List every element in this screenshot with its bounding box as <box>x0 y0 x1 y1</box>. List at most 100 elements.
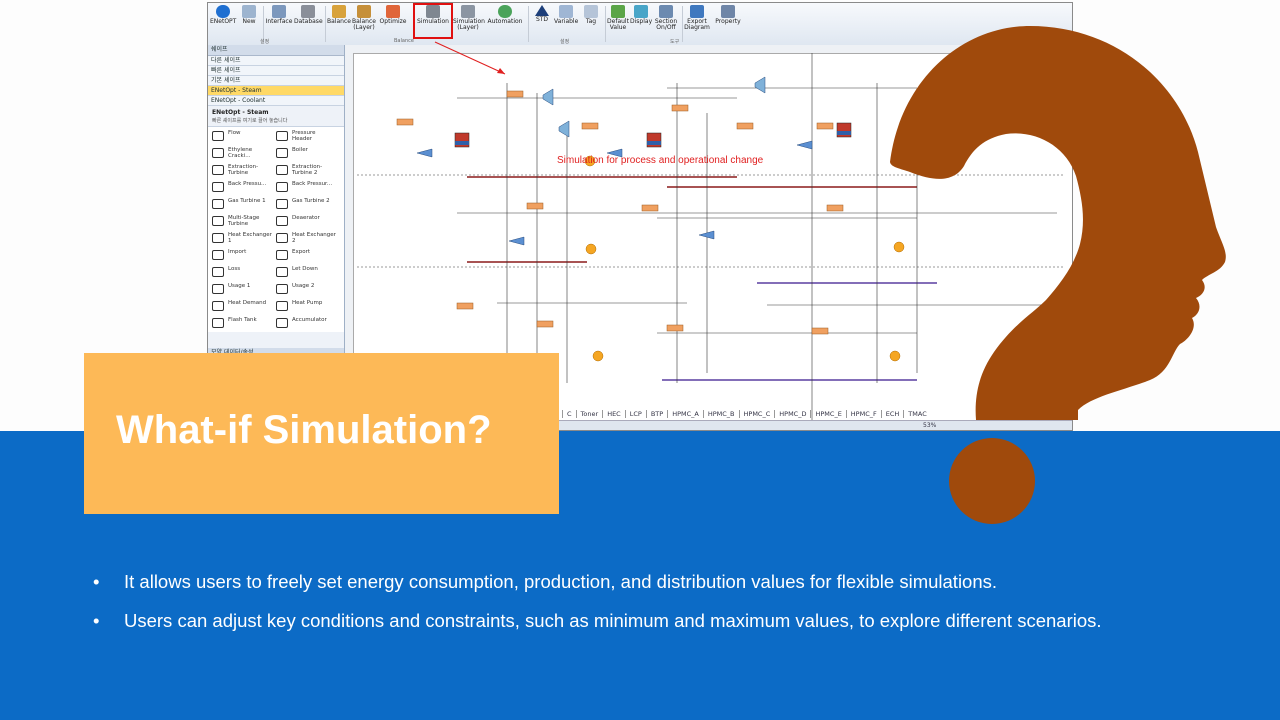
shape-label: Export <box>292 249 311 255</box>
page-tab[interactable]: HPMC_A <box>667 410 703 418</box>
annotation-arrow <box>434 41 506 75</box>
variable-button[interactable]: Variable <box>554 5 578 37</box>
display-button[interactable]: Display <box>630 5 652 37</box>
shape-icon <box>212 301 224 311</box>
shape-item[interactable]: Accumulator <box>276 316 336 332</box>
page-tab[interactable]: HEC <box>602 410 625 418</box>
shape-icon <box>276 284 288 294</box>
automation-label: Automation <box>487 18 523 25</box>
stencil-row[interactable]: 다른 셰이프 <box>208 56 344 66</box>
tag-button[interactable]: Tag <box>580 5 602 37</box>
ribbon-separator <box>263 6 264 42</box>
shape-item[interactable]: Heat Demand <box>212 299 272 315</box>
shape-label: Gas Turbine 1 <box>228 198 266 204</box>
shape-icon <box>276 199 288 209</box>
simulation-layer-button[interactable]: Simulation (Layer) <box>453 5 485 37</box>
shape-item[interactable]: Pressure Header <box>276 129 336 145</box>
shape-label: Heat Demand <box>228 300 267 306</box>
std-button[interactable]: STD <box>531 5 553 37</box>
page-tab[interactable]: Toner <box>575 410 603 418</box>
enetopt-button[interactable]: ENetOPT <box>210 5 236 37</box>
interface-label: Interface <box>265 18 293 25</box>
optimize-label: Optimize <box>379 18 407 25</box>
page-tab[interactable]: HPMC_F <box>845 410 881 418</box>
interface-button[interactable]: Interface <box>265 5 293 37</box>
stencil-row[interactable]: 기본 셰이프 <box>208 76 344 86</box>
page-tab[interactable]: BTP <box>645 410 667 418</box>
simulation-annotation: Simulation for process and operational c… <box>557 155 764 166</box>
shape-item[interactable]: Export <box>276 248 336 264</box>
question-mark-head-icon <box>890 26 1226 524</box>
shape-item[interactable]: Heat Pump <box>276 299 336 315</box>
balance-layer-button[interactable]: Balance (Layer) <box>352 5 376 37</box>
section-onoff-label: Section On/Off <box>654 18 678 31</box>
shape-item[interactable]: Heat Exchanger 1 <box>212 231 272 247</box>
shape-item[interactable]: Back Pressur... <box>276 180 336 196</box>
shape-label: Extraction-Turbine <box>228 164 259 176</box>
shape-item[interactable]: Boiler <box>276 146 336 162</box>
simulation-button[interactable]: Simulation <box>413 3 453 39</box>
page-tab[interactable]: HPMC_C <box>738 410 775 418</box>
balance-button[interactable]: Balance <box>327 5 351 37</box>
shape-item[interactable]: Flash Tank <box>212 316 272 332</box>
shape-item[interactable]: Usage 1 <box>212 282 272 298</box>
optimize-button[interactable]: Optimize <box>379 5 407 37</box>
shape-item[interactable]: Let Down <box>276 265 336 281</box>
automation-button[interactable]: Automation <box>487 5 523 37</box>
ribbon-group-label: 설정 <box>560 39 570 45</box>
property-button[interactable]: Property <box>714 5 742 37</box>
stencil-row[interactable]: ENetOpt - Coolant <box>208 96 344 106</box>
bullet-list: • It allows users to freely set energy c… <box>93 562 1173 640</box>
variable-label: Variable <box>554 18 579 25</box>
shape-item[interactable]: Gas Turbine 1 <box>212 197 272 213</box>
database-button[interactable]: Database <box>294 5 323 37</box>
shape-label: Multi-Stage Turbine <box>228 215 260 227</box>
shape-item[interactable]: Loss <box>212 265 272 281</box>
page-tab[interactable]: C <box>562 410 576 418</box>
shape-icon <box>276 131 288 141</box>
ribbon-separator <box>605 6 606 42</box>
title-card: What-if Simulation? <box>84 353 559 514</box>
shape-icon <box>212 318 224 328</box>
stencil-subtitle: 빠른 셰이프를 여기로 끌어 놓습니다 <box>212 118 288 124</box>
shape-item[interactable]: Back Pressu... <box>212 180 272 196</box>
shape-item[interactable]: Usage 2 <box>276 282 336 298</box>
new-button[interactable]: New <box>238 5 260 37</box>
page-tab[interactable]: HPMC_D <box>774 410 810 418</box>
shape-item[interactable]: Deaerator <box>276 214 336 230</box>
default-value-button[interactable]: Default Value <box>607 5 629 37</box>
shape-label: Let Down <box>292 266 318 272</box>
ribbon-group-label: 설정 <box>260 39 270 45</box>
export-diagram-label: Export Diagram <box>684 18 710 31</box>
shape-icon <box>276 250 288 260</box>
balance-label: Balance <box>327 18 351 25</box>
shape-icon <box>276 318 288 328</box>
shape-icon <box>212 165 224 175</box>
stencil-row[interactable]: 빠른 셰이프 <box>208 66 344 76</box>
shape-item[interactable]: Heat Exchanger 2 <box>276 231 336 247</box>
std-label: STD <box>535 16 549 23</box>
shape-item[interactable]: Extraction-Turbine 2 <box>276 163 336 179</box>
shape-item[interactable]: Import <box>212 248 272 264</box>
stencil-row-selected[interactable]: ENetOpt - Steam <box>208 86 344 96</box>
shape-label: Back Pressu... <box>228 181 267 187</box>
shape-icon <box>212 182 224 192</box>
section-onoff-button[interactable]: Section On/Off <box>653 5 679 37</box>
shape-icon <box>212 131 224 141</box>
shape-item[interactable]: Ethylene Cracki... <box>212 146 272 162</box>
shape-item[interactable]: Extraction-Turbine <box>212 163 272 179</box>
shape-item[interactable]: Multi-Stage Turbine <box>212 214 272 230</box>
shape-icon <box>212 216 224 226</box>
export-diagram-button[interactable]: Export Diagram <box>684 5 710 37</box>
display-label: Display <box>630 18 653 25</box>
shape-label: Boiler <box>292 147 308 153</box>
page-tab[interactable]: HPMC_E <box>810 410 845 418</box>
bullet-dot: • <box>93 610 100 631</box>
page-tab[interactable]: HPMC_B <box>702 410 739 418</box>
shape-item[interactable]: Gas Turbine 2 <box>276 197 336 213</box>
shape-icon <box>276 301 288 311</box>
page-tab[interactable]: LCP <box>624 410 646 418</box>
shape-icon <box>276 233 288 243</box>
shape-item[interactable]: Flow <box>212 129 272 145</box>
shape-label: Flash Tank <box>228 317 257 323</box>
